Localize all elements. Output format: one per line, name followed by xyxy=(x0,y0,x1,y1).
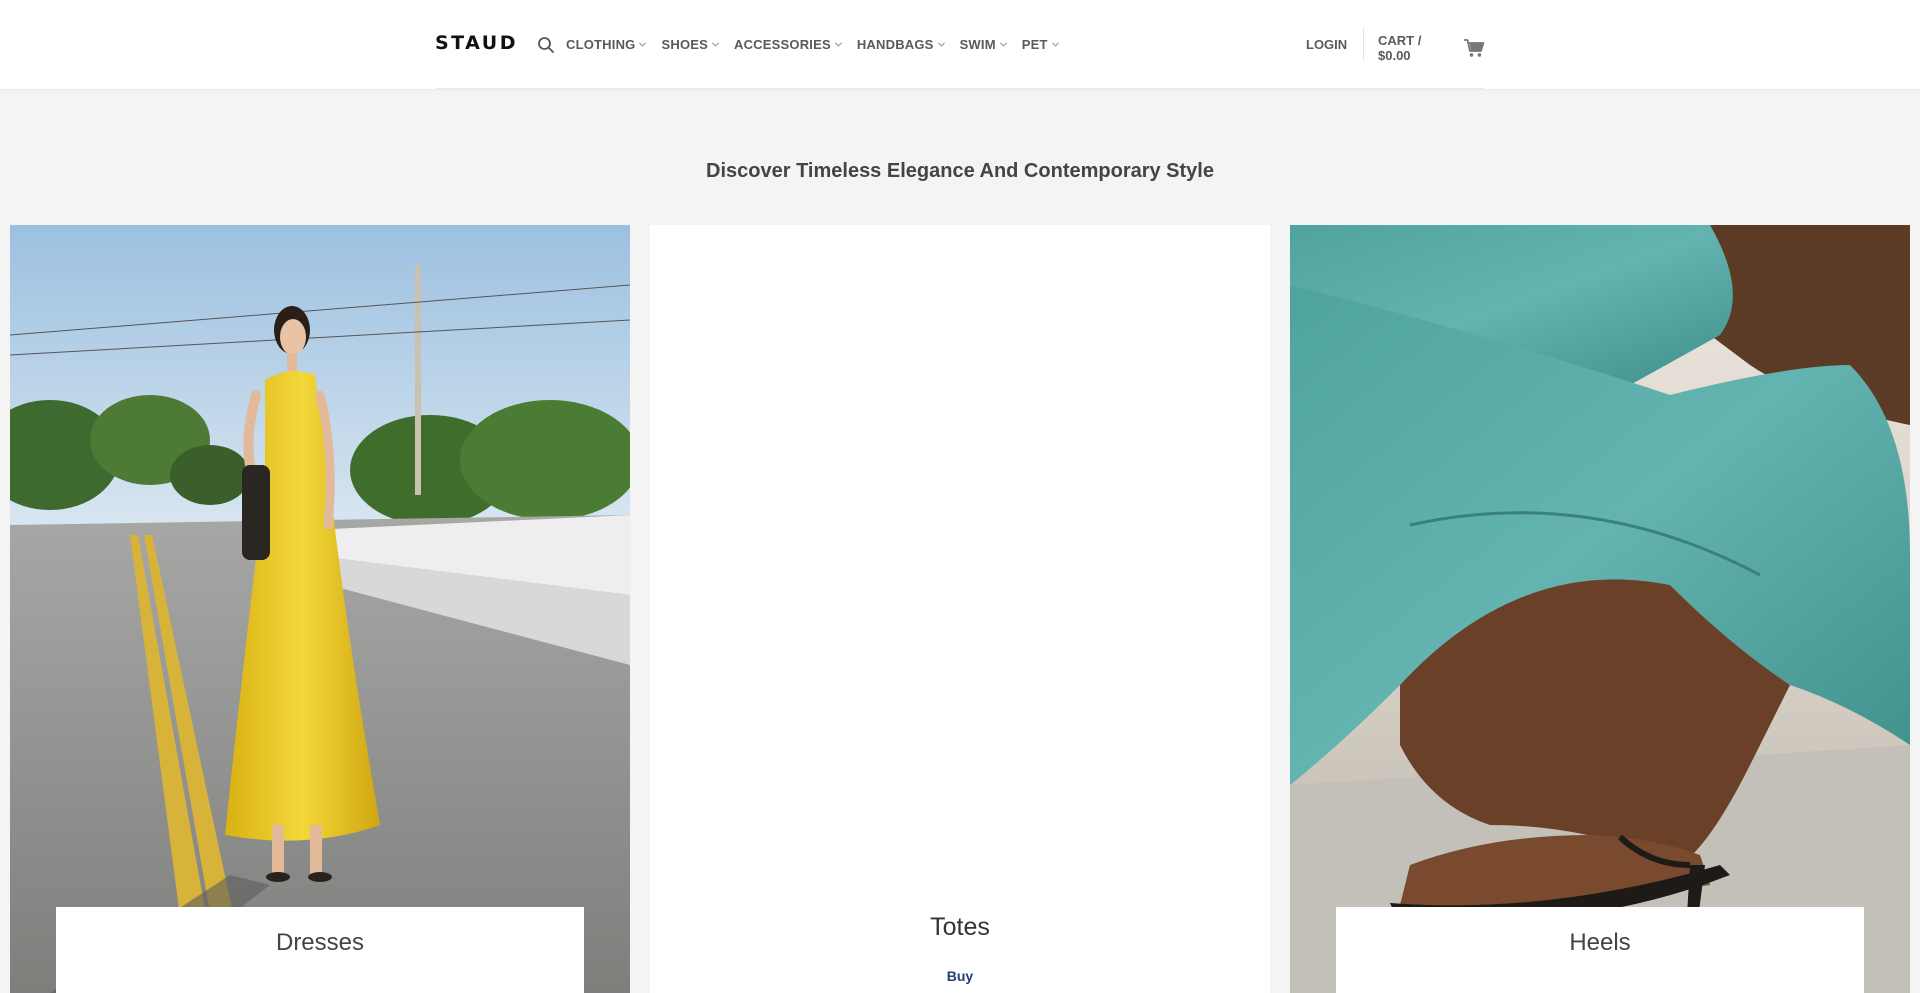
section-heading: Discover Timeless Elegance And Contempor… xyxy=(706,160,1214,182)
buy-link[interactable]: Buy xyxy=(650,968,1270,984)
category-card-dresses[interactable]: Dresses xyxy=(10,225,630,993)
dresses-image xyxy=(10,225,630,993)
category-label-box: Dresses xyxy=(56,907,584,993)
main-nav: CLOTHING SHOES ACCESSORIES HANDBAGS SWIM… xyxy=(566,0,1074,89)
nav-label: PET xyxy=(1021,37,1048,52)
nav-label: SHOES xyxy=(661,37,708,52)
chevron-down-icon xyxy=(834,42,842,47)
category-card-totes[interactable]: Totes Buy xyxy=(650,225,1270,993)
login-link[interactable]: LOGIN xyxy=(1306,37,1347,52)
chevron-down-icon xyxy=(999,42,1007,47)
category-title-dresses[interactable]: Dresses xyxy=(56,929,584,957)
nav-label: ACCESSORIES xyxy=(734,37,831,52)
nav-label: HANDBAGS xyxy=(856,37,934,52)
nav-label: CLOTHING xyxy=(566,37,636,52)
nav-label: SWIM xyxy=(959,37,996,52)
nav-item-shoes[interactable]: SHOES xyxy=(661,37,720,52)
category-label-box: Heels xyxy=(1336,907,1864,993)
nav-item-clothing[interactable]: CLOTHING xyxy=(566,37,647,52)
header-inner: STAUD CLOTHING SHOES ACCESSORIES HANDBAG… xyxy=(435,0,1485,89)
nav-item-accessories[interactable]: ACCESSORIES xyxy=(734,37,843,52)
cart-label: CART / $0.00 xyxy=(1378,33,1422,63)
search-icon[interactable] xyxy=(537,36,555,54)
category-card-heels[interactable]: Heels xyxy=(1290,225,1910,993)
logo[interactable]: STAUD xyxy=(435,32,518,54)
category-title-totes[interactable]: Totes xyxy=(650,913,1270,942)
nav-item-handbags[interactable]: HANDBAGS xyxy=(857,37,946,52)
chevron-down-icon xyxy=(711,42,720,47)
chevron-down-icon xyxy=(639,42,647,47)
chevron-down-icon xyxy=(1051,42,1059,47)
nav-item-swim[interactable]: SWIM xyxy=(960,37,1008,52)
nav-item-pet[interactable]: PET xyxy=(1022,37,1060,52)
site-header: STAUD CLOTHING SHOES ACCESSORIES HANDBAG… xyxy=(0,0,1920,89)
cart-icon xyxy=(1464,39,1485,57)
category-title-heels[interactable]: Heels xyxy=(1336,929,1864,957)
header-divider xyxy=(1363,28,1364,60)
chevron-down-icon xyxy=(937,42,945,47)
heels-image xyxy=(1290,225,1910,993)
cart-link[interactable]: CART / $0.00 xyxy=(1378,33,1485,63)
